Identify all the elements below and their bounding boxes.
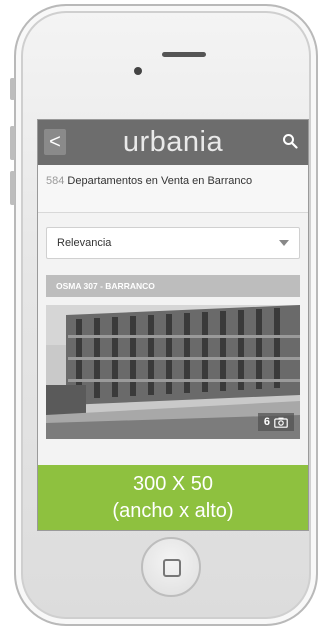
app-logo: urbania (122, 126, 224, 158)
ad-dimension-label: (ancho x alto) (112, 500, 234, 522)
results-title-text: Departamentos en Venta en Barranco (67, 175, 253, 187)
camera-icon (274, 417, 288, 428)
volume-up-button (10, 126, 15, 160)
home-button[interactable] (141, 537, 201, 597)
ad-banner[interactable]: 300 X 50 (ancho x alto) (38, 465, 308, 530)
app-header: < urbania (38, 120, 308, 165)
results-title: 584 Departamentos en Venta en Barranco (38, 165, 308, 212)
volume-down-button (10, 171, 15, 205)
listing-photo[interactable]: 6 (46, 305, 300, 439)
phone-screen: < urbania 584 Departamentos en Venta en … (37, 119, 309, 531)
sort-selected-value: Relevancia (57, 237, 112, 249)
ad-size-label: 300 X 50 (132, 473, 214, 495)
earpiece-speaker (162, 52, 206, 57)
photo-count-badge: 6 (257, 413, 294, 431)
mute-switch (10, 78, 15, 100)
sort-select[interactable]: Relevancia (46, 227, 300, 259)
results-count: 584 (46, 175, 65, 187)
photo-count: 6 (263, 416, 270, 428)
sort-container: Relevancia (38, 213, 308, 271)
home-button-icon (163, 559, 181, 577)
front-camera (134, 67, 142, 75)
search-icon[interactable] (282, 133, 298, 149)
listing-title-bar[interactable]: OSMA 307 - BARRANCO (46, 275, 300, 297)
chevron-down-icon (279, 240, 289, 246)
listing-title: OSMA 307 - BARRANCO (56, 281, 155, 291)
